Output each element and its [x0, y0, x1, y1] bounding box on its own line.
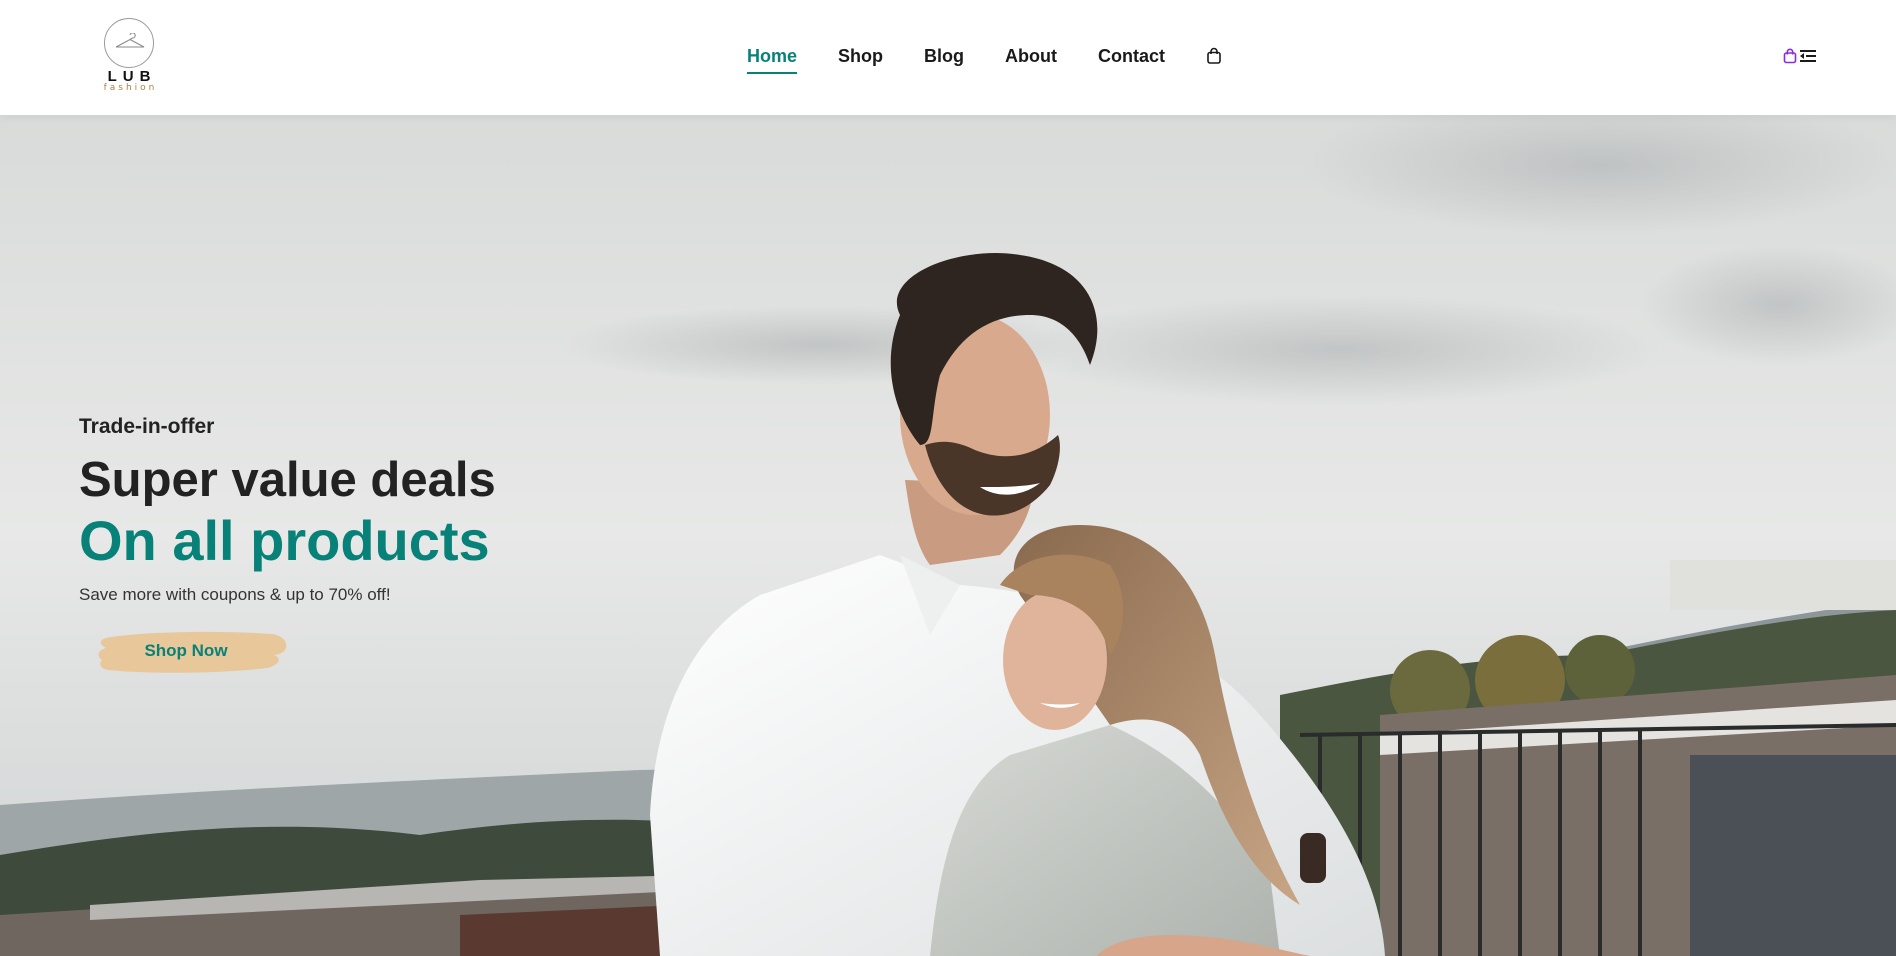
hero-subtitle: Save more with coupons & up to 70% off! — [79, 585, 391, 604]
hero-banner: Trade-in-offer Super value deals On all … — [0, 115, 1896, 956]
hero-title-highlight: On all products — [79, 509, 490, 572]
shop-now-label: Shop Now — [144, 641, 228, 660]
nav-item-blog[interactable]: Blog — [924, 44, 964, 68]
shopping-bag-icon[interactable] — [1206, 47, 1222, 65]
nav-item-shop[interactable]: Shop — [838, 44, 883, 68]
brand-logo[interactable]: LUB fashion — [94, 16, 164, 96]
hero-title: Super value deals — [79, 453, 496, 507]
nav-item-contact[interactable]: Contact — [1098, 44, 1165, 68]
nav-item-home[interactable]: Home — [747, 44, 798, 74]
menu-icon[interactable] — [1800, 49, 1816, 68]
shopping-bag-icon[interactable] — [1783, 48, 1797, 69]
mobile-header-actions — [1783, 48, 1816, 69]
nav-item-about[interactable]: About — [1005, 44, 1057, 68]
hero-eyebrow: Trade-in-offer — [79, 415, 215, 438]
shop-now-button[interactable]: Shop Now — [96, 628, 291, 674]
site-header: LUB fashion Home Shop Blog About Contact — [0, 0, 1896, 115]
main-navigation: Home Shop Blog About Contact — [747, 44, 1222, 74]
brand-tagline: fashion — [103, 83, 158, 93]
hanger-icon — [104, 18, 154, 68]
